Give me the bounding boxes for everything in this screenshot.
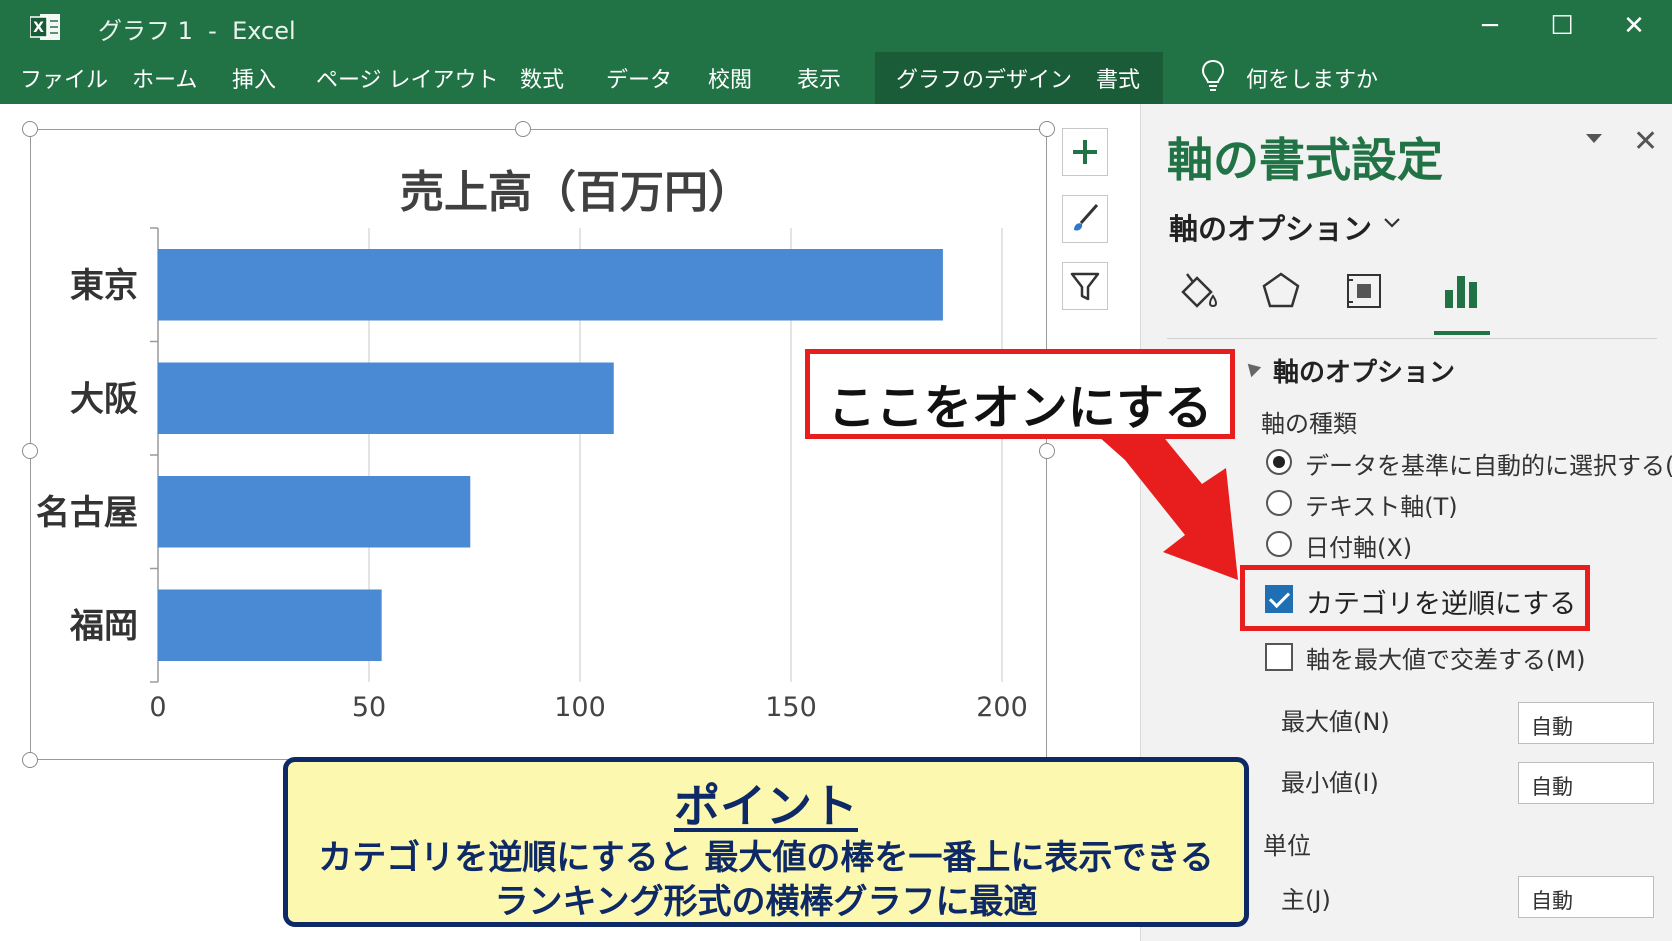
category-label: 名古屋	[36, 493, 138, 533]
chevron-down-icon[interactable]	[1383, 214, 1401, 232]
x-tick-label: 200	[976, 692, 1028, 723]
point-title: ポイント	[288, 770, 1244, 836]
radio-text-axis-label[interactable]: テキスト軸(T)	[1305, 487, 1458, 522]
pane-title: 軸の書式設定	[1167, 133, 1443, 187]
callout-box: ここをオンにする	[805, 349, 1235, 439]
x-tick-label: 50	[352, 692, 386, 723]
bar-chart-axis-options-icon[interactable]	[1437, 266, 1487, 316]
filter-icon	[1070, 272, 1100, 301]
radio-auto-select[interactable]	[1266, 449, 1292, 475]
collapse-triangle-icon[interactable]	[1242, 358, 1262, 378]
radio-date-axis-label[interactable]: 日付軸(X)	[1305, 528, 1412, 563]
pane-options-dropdown-icon[interactable]	[1586, 134, 1602, 143]
point-box: ポイント カテゴリを逆順にすると 最大値の棒を一番上に表示できる ランキング形式…	[283, 757, 1249, 927]
units-label: 単位	[1263, 832, 1311, 860]
category-label: 福岡	[69, 606, 138, 646]
category-label: 東京	[70, 266, 138, 306]
bar-1	[158, 362, 614, 435]
x-tick-label: 0	[149, 692, 166, 723]
x-tick-label: 150	[765, 692, 817, 723]
size-properties-icon[interactable]	[1339, 266, 1389, 316]
section-axis-options[interactable]: 軸のオプション	[1273, 352, 1455, 389]
axis-options-dropdown[interactable]: 軸のオプション	[1169, 206, 1372, 248]
bar-0	[158, 248, 943, 321]
radio-auto-select-label[interactable]: データを基準に自動的に選択する(Y)	[1305, 446, 1672, 481]
major-unit-label: 主(J)	[1281, 886, 1331, 914]
radio-date-axis[interactable]	[1266, 531, 1292, 557]
minimum-label: 最小値(I)	[1281, 769, 1379, 797]
radio-text-axis[interactable]	[1266, 490, 1292, 516]
pane-close-button[interactable]: ✕	[1633, 124, 1658, 159]
brush-icon	[1074, 204, 1099, 231]
point-line-1: カテゴリを逆順にすると 最大値の棒を一番上に表示できる	[318, 838, 1214, 878]
callout-text: ここをオンにする	[827, 380, 1213, 436]
checkbox-cross-at-max-label[interactable]: 軸を最大値で交差する(M)	[1306, 640, 1585, 675]
point-title-text: ポイント	[674, 779, 858, 833]
axis-type-label: 軸の種類	[1261, 410, 1357, 438]
highlight-box	[1240, 565, 1590, 631]
maximum-label: 最大値(N)	[1281, 708, 1390, 736]
major-unit-input[interactable]: 自動	[1518, 876, 1654, 918]
active-tab-indicator	[1434, 331, 1490, 335]
minimum-input[interactable]: 自動	[1518, 762, 1654, 804]
chart-styles-button[interactable]	[1062, 195, 1108, 243]
plus-icon	[1073, 140, 1097, 164]
pane-divider	[1167, 338, 1657, 339]
checkbox-cross-at-max[interactable]	[1265, 643, 1293, 671]
maximum-input[interactable]: 自動	[1518, 702, 1654, 744]
chart-elements-button[interactable]	[1062, 128, 1108, 176]
chart-filters-button[interactable]	[1062, 262, 1108, 310]
pentagon-effects-icon[interactable]	[1256, 266, 1306, 316]
point-line-2: ランキング形式の横棒グラフに最適	[494, 882, 1038, 922]
x-tick-label: 100	[554, 692, 606, 723]
bar-2	[158, 475, 471, 548]
category-label: 大阪	[70, 379, 138, 419]
bar-3	[158, 589, 382, 662]
fill-line-icon[interactable]	[1173, 266, 1223, 316]
